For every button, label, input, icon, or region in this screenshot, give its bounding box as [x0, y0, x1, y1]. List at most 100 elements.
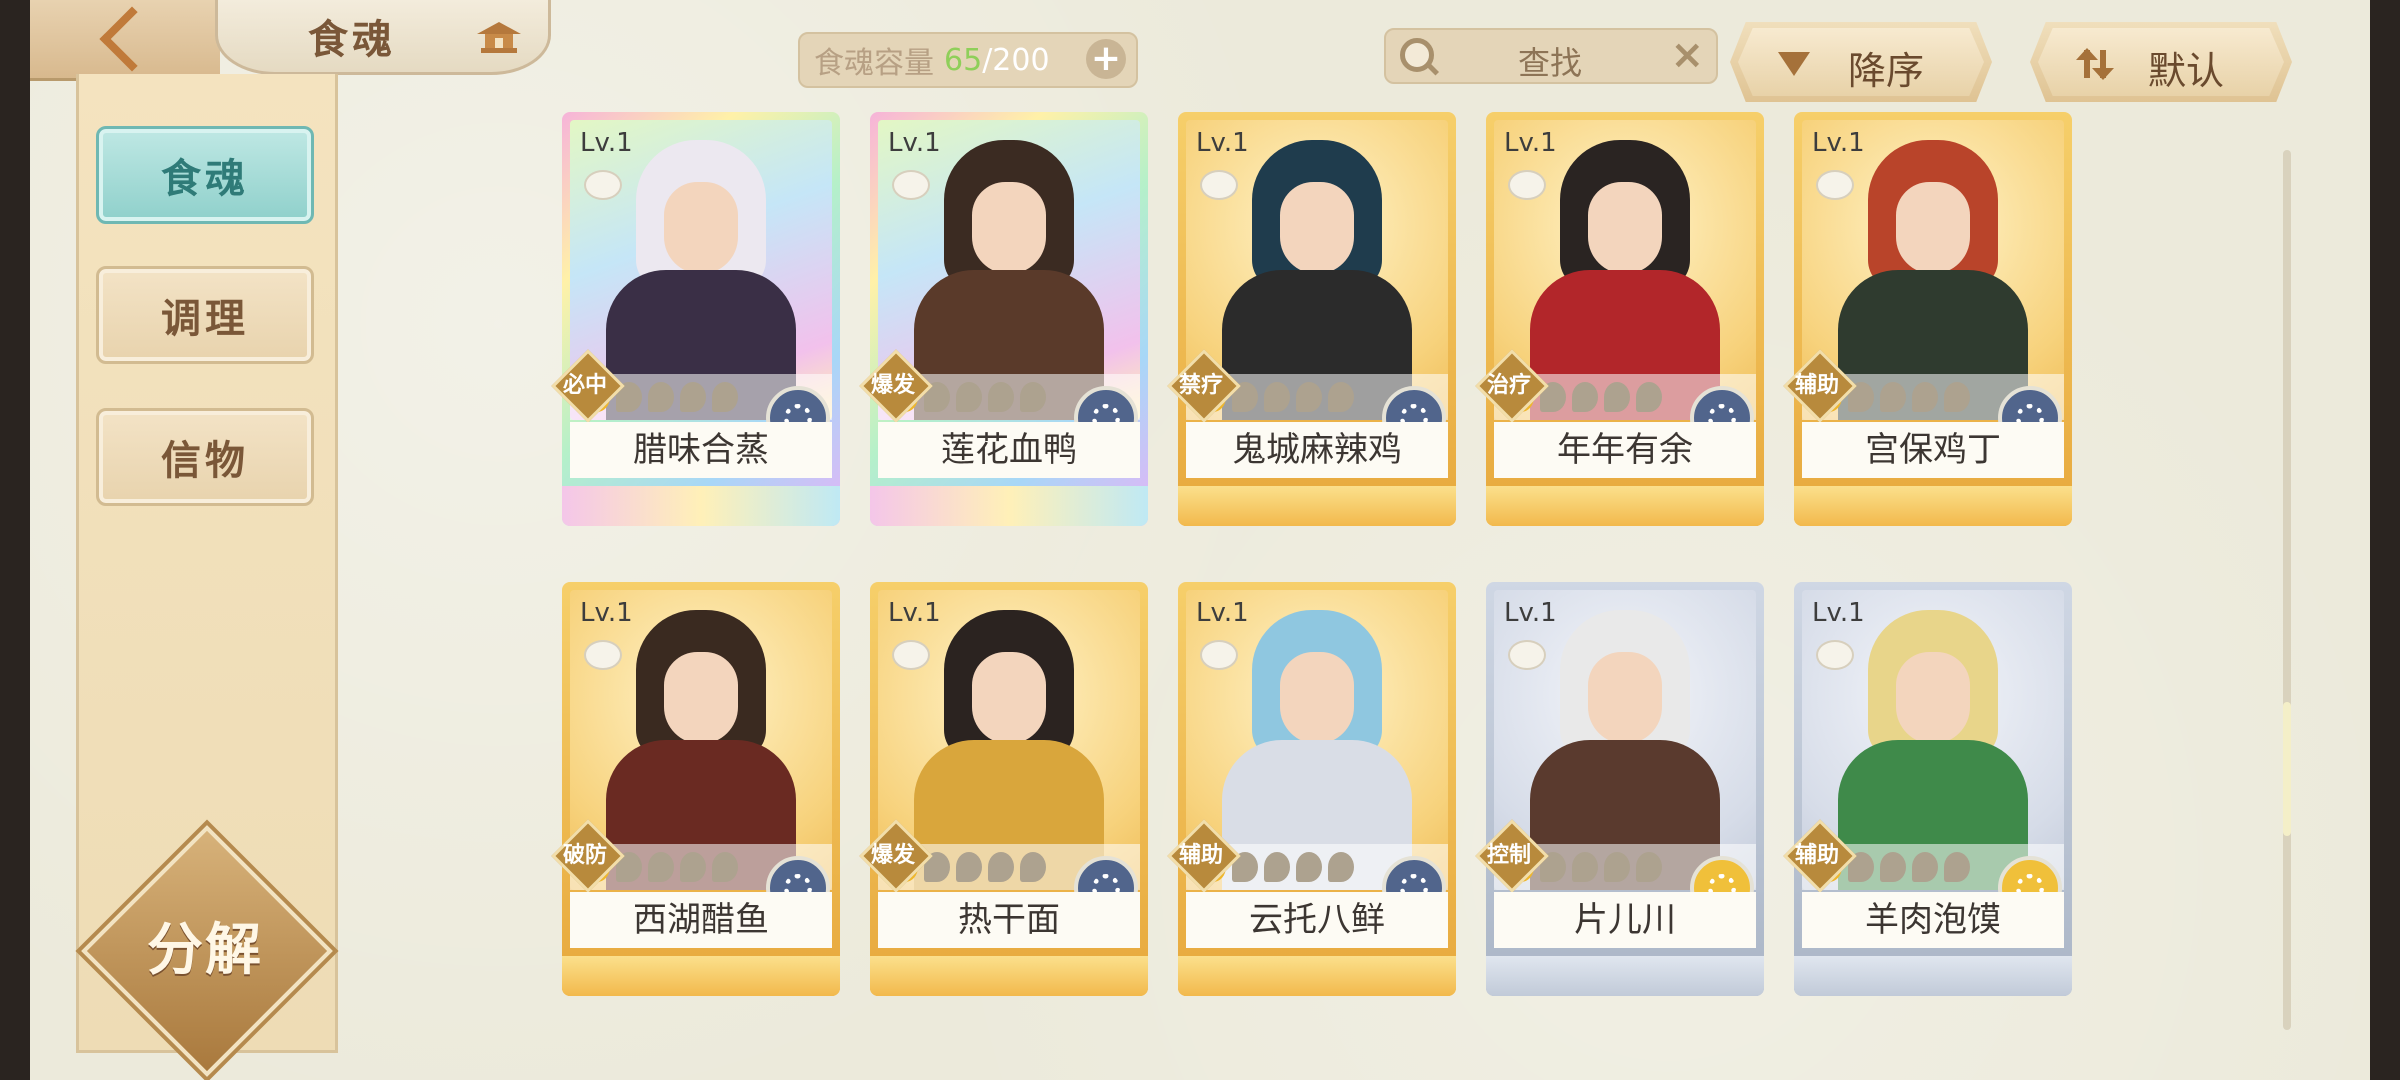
- role-badge: 爆发: [859, 819, 933, 893]
- star-icon: [1264, 382, 1290, 412]
- food-soul-card[interactable]: Lv.1 治疗 年年有余: [1475, 112, 1764, 526]
- card-frame-glow: [1794, 486, 2072, 526]
- star-icon: [1880, 852, 1906, 882]
- search-input[interactable]: 查找: [1518, 38, 1582, 84]
- back-arrow-icon: [99, 6, 165, 72]
- food-soul-card[interactable]: Lv.1 爆发 热干面: [859, 582, 1148, 996]
- card-frame-glow: [1178, 956, 1456, 996]
- role-badge: 治疗: [1475, 349, 1549, 423]
- card-name: 宫保鸡丁: [1802, 422, 2064, 478]
- card-level: Lv.1: [1196, 128, 1249, 158]
- card-level: Lv.1: [1504, 128, 1557, 158]
- food-soul-card[interactable]: Lv.1 辅助 宫保鸡丁: [1783, 112, 2072, 526]
- role-label: 控制: [1486, 843, 1531, 868]
- back-button[interactable]: [30, 0, 220, 81]
- star-icon: [956, 382, 982, 412]
- card-level: Lv.1: [888, 128, 941, 158]
- card-name: 鬼城麻辣鸡: [1186, 422, 1448, 478]
- scrollbar-track[interactable]: [2283, 150, 2291, 1030]
- search-box[interactable]: 查找 ×: [1384, 28, 1718, 84]
- food-soul-card[interactable]: Lv.1 控制 片儿川: [1475, 582, 1764, 996]
- card-frame-glow: [1794, 956, 2072, 996]
- capacity-count: 65/200: [944, 43, 1050, 78]
- sort-desc-icon: [1778, 52, 1810, 76]
- role-badge: 爆发: [859, 349, 933, 423]
- star-icon: [1604, 382, 1630, 412]
- food-soul-card[interactable]: Lv.1 破防 西湖醋鱼: [551, 582, 840, 996]
- star-icon: [648, 852, 674, 882]
- home-pavilion-icon[interactable]: [475, 18, 523, 58]
- bowl-icon: [584, 170, 622, 200]
- card-name: 年年有余: [1494, 422, 1756, 478]
- bowl-icon: [1816, 170, 1854, 200]
- star-icon: [680, 852, 706, 882]
- role-badge: 辅助: [1783, 349, 1857, 423]
- tab-cooking[interactable]: 调理: [96, 266, 314, 364]
- star-icon: [1328, 852, 1354, 882]
- star-icon: [1636, 382, 1662, 412]
- role-label: 治疗: [1486, 373, 1531, 398]
- bowl-icon: [892, 640, 930, 670]
- role-label: 禁疗: [1178, 373, 1223, 398]
- card-frame-glow: [1486, 486, 1764, 526]
- role-label: 辅助: [1794, 373, 1839, 398]
- bowl-icon: [892, 170, 930, 200]
- sort-order-label: 降序: [1848, 49, 1925, 93]
- sort-default-button[interactable]: 默认: [2030, 22, 2292, 102]
- card-frame-glow: [562, 956, 840, 996]
- star-icon: [1880, 382, 1906, 412]
- food-soul-card[interactable]: Lv.1 必中 腊味合蒸: [551, 112, 840, 526]
- star-icon: [1328, 382, 1354, 412]
- role-label: 破防: [562, 843, 607, 868]
- bowl-icon: [584, 640, 622, 670]
- star-icon: [988, 382, 1014, 412]
- screen-edge-left: [0, 0, 30, 1080]
- star-icon: [1572, 852, 1598, 882]
- star-icon: [988, 852, 1014, 882]
- bowl-icon: [1816, 640, 1854, 670]
- scrollbar-thumb[interactable]: [2283, 702, 2291, 836]
- star-icon: [1944, 852, 1970, 882]
- clear-search-icon[interactable]: ×: [1670, 32, 1704, 78]
- capacity-panel: 食魂容量 65/200 +: [798, 32, 1138, 88]
- star-icon: [1020, 382, 1046, 412]
- star-icon: [1604, 852, 1630, 882]
- food-soul-card[interactable]: Lv.1 禁疗 鬼城麻辣鸡: [1167, 112, 1456, 526]
- page-title: 食魂: [308, 17, 396, 63]
- tab-food-souls[interactable]: 食魂: [96, 126, 314, 224]
- role-badge: 辅助: [1783, 819, 1857, 893]
- role-label: 辅助: [1794, 843, 1839, 868]
- star-icon: [1296, 382, 1322, 412]
- character-face: [972, 652, 1046, 744]
- star-icon: [1912, 382, 1938, 412]
- star-icon: [648, 382, 674, 412]
- character-face: [1896, 652, 1970, 744]
- food-soul-card[interactable]: Lv.1 辅助 羊肉泡馍: [1783, 582, 2072, 996]
- card-name: 云托八鲜: [1186, 892, 1448, 948]
- sort-default-label: 默认: [2148, 49, 2225, 93]
- role-badge: 禁疗: [1167, 349, 1241, 423]
- role-badge: 控制: [1475, 819, 1549, 893]
- card-name: 西湖醋鱼: [570, 892, 832, 948]
- character-face: [664, 182, 738, 274]
- character-face: [1280, 652, 1354, 744]
- card-frame-glow: [870, 486, 1148, 526]
- capacity-add-button[interactable]: +: [1086, 39, 1126, 79]
- sort-order-button[interactable]: 降序: [1730, 22, 1992, 102]
- role-label: 辅助: [1178, 843, 1223, 868]
- character-face: [1896, 182, 1970, 274]
- food-soul-card[interactable]: Lv.1 爆发 莲花血鸭: [859, 112, 1148, 526]
- role-label: 爆发: [870, 373, 915, 398]
- card-name: 羊肉泡馍: [1802, 892, 2064, 948]
- card-frame-glow: [1486, 956, 1764, 996]
- bowl-icon: [1508, 640, 1546, 670]
- card-frame-glow: [562, 486, 840, 526]
- character-face: [664, 652, 738, 744]
- star-icon: [712, 852, 738, 882]
- food-soul-card[interactable]: Lv.1 辅助 云托八鲜: [1167, 582, 1456, 996]
- role-label: 爆发: [870, 843, 915, 868]
- capacity-max: /200: [982, 42, 1050, 78]
- card-name: 片儿川: [1494, 892, 1756, 948]
- card-name: 莲花血鸭: [878, 422, 1140, 478]
- tab-tokens[interactable]: 信物: [96, 408, 314, 506]
